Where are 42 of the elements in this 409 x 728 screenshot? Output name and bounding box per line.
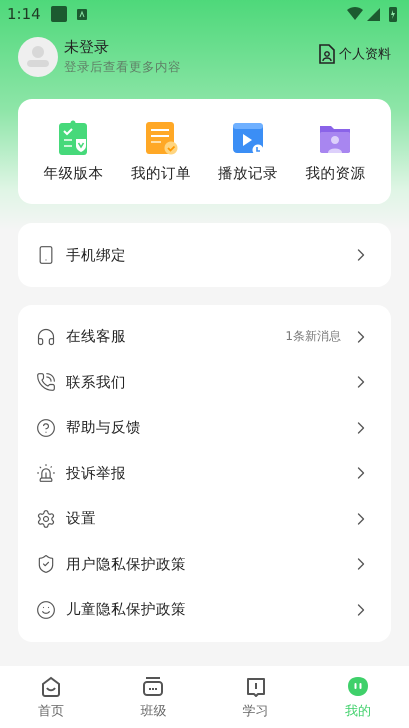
video-icon [231,120,266,156]
user-name: 未登录 [64,38,110,57]
menu-item[interactable]: 投诉举报 [18,450,391,496]
menu-label: 联系我们 [66,374,127,392]
profile-icon [346,674,370,698]
login-hint: 登录后查看更多内容 [64,59,182,76]
menu-item[interactable]: 在线客服 1条新消息 [18,314,391,360]
menu-item[interactable]: 联系我们 [18,360,391,405]
menu-label: 儿童隐私保护政策 [66,600,187,620]
document-icon [144,120,178,156]
profile-link[interactable]: 个人资料 [319,44,391,64]
help-icon [36,418,56,438]
menu-item[interactable]: 设置 [18,496,391,542]
quick-action[interactable]: 我的订单 [117,99,204,204]
menu-label: 在线客服 [66,328,127,346]
tab[interactable]: 班级 [102,666,204,728]
menu-label: 帮助与反馈 [66,419,142,438]
phone-binding-item[interactable]: 手机绑定 [18,232,391,278]
quick-action[interactable]: 我的资源 [292,99,379,204]
headset-icon [36,326,56,347]
shield-icon [36,554,56,574]
tab[interactable]: 首页 [0,666,102,728]
avatar[interactable] [18,37,58,77]
classroom-icon [141,674,166,698]
menu-item[interactable]: 用户隐私保护政策 [18,542,391,587]
notification-icon [50,6,67,22]
menu-label: 投诉举报 [66,464,127,483]
quick-action[interactable]: 年级版本 [30,99,118,204]
message-count: 1条新消息 [285,328,341,346]
status-time: 1:14 [7,5,41,23]
quick-action[interactable]: 播放记录 [204,99,292,204]
settings-icon [36,508,56,529]
smiley-icon [36,600,56,620]
menu-item[interactable]: 帮助与反馈 [18,405,391,450]
profile-document-icon [319,44,335,64]
status-icons [347,6,399,22]
phone-icon [36,372,56,392]
alarm-icon [36,463,56,484]
menu-label: 用户隐私保护政策 [66,556,187,574]
tab[interactable]: 学习 [204,666,307,728]
menu-label: 设置 [66,510,97,528]
menu-item[interactable]: 儿童隐私保护政策 [18,587,391,632]
